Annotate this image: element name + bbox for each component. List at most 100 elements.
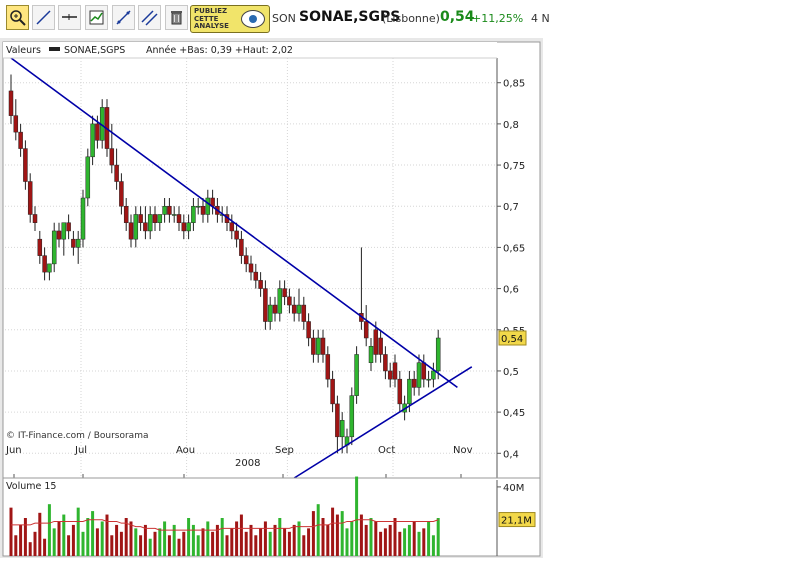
chart-svg: 0,40,450,50,550,60,650,70,750,80,85 JunJ… <box>2 41 541 557</box>
horizontal-line-tool-button[interactable] <box>58 5 81 30</box>
volume-bar <box>340 511 344 556</box>
candle-body <box>407 378 412 405</box>
volume-bar <box>292 524 296 556</box>
candle-body <box>181 222 187 232</box>
candle-body <box>291 304 297 314</box>
candle-body <box>267 304 273 322</box>
volume-bar <box>14 535 18 556</box>
candle-body <box>263 288 268 322</box>
volume-bar <box>139 535 143 556</box>
chart-type-tool-button[interactable] <box>85 5 108 30</box>
volume-bar <box>76 507 80 556</box>
trash-tool-button[interactable] <box>165 5 188 30</box>
candle-body <box>152 214 158 223</box>
candle-body <box>205 197 211 215</box>
publish-analysis-button[interactable]: PUBLIEZ CETTE ANALYSE <box>190 5 270 33</box>
candle-body <box>186 222 191 232</box>
volume-bar <box>33 531 37 556</box>
chart-type-icon <box>89 10 104 25</box>
publish-analysis-label: PUBLIEZ CETTE ANALYSE <box>194 7 229 30</box>
zoom-in-tool-button[interactable] <box>6 5 29 30</box>
x-tick-label: Sep <box>275 445 294 456</box>
candle-body <box>248 263 254 273</box>
candle-body <box>421 362 427 380</box>
volume-bar <box>153 531 157 556</box>
volume-bar <box>311 511 315 556</box>
candle-body <box>85 156 91 199</box>
stage: PUBLIEZ CETTE ANALYSE SON SONAE,SGPS (Li… <box>0 0 810 558</box>
volume-bar <box>393 518 397 556</box>
candle-body <box>306 321 311 339</box>
volume-bar <box>335 514 339 556</box>
candle-body <box>47 263 52 273</box>
line-tool-button[interactable] <box>32 5 55 30</box>
candle-body <box>114 164 119 182</box>
volume-bar <box>431 535 435 556</box>
candle-body <box>123 205 129 223</box>
volume-bar <box>52 528 56 556</box>
volume-bar <box>331 507 335 556</box>
volume-bar <box>225 535 229 556</box>
volume-bar <box>81 531 85 556</box>
candle-body <box>315 337 321 355</box>
volume-bar <box>407 524 411 556</box>
volume-bar <box>38 512 42 556</box>
volume-bar <box>143 524 147 556</box>
volume-bar <box>345 528 349 556</box>
volume-bar <box>273 524 277 556</box>
candle-body <box>80 197 86 240</box>
last-price: 0,54 <box>440 9 475 25</box>
candle-body <box>349 395 355 438</box>
candle-body <box>32 214 38 223</box>
volume-bar <box>129 521 133 556</box>
parallel-tool-button[interactable] <box>138 5 161 30</box>
candle-body <box>397 378 403 405</box>
candle-body <box>325 354 331 380</box>
volume-bar <box>182 531 186 556</box>
candle-body <box>229 222 235 232</box>
price-panel <box>2 41 541 481</box>
legend-info: Année +Bas: 0,39 +Haut: 2,02 <box>146 45 293 56</box>
candle-body <box>383 354 388 372</box>
volume-bar <box>283 528 287 556</box>
x-tick-label: Jul <box>74 445 87 456</box>
quote-date: 4 N <box>531 12 550 25</box>
price-tick-label: 0,7 <box>503 202 519 213</box>
diagonal-tool-button[interactable] <box>112 5 135 30</box>
volume-bar <box>359 514 363 556</box>
price-change: +11,25% <box>472 12 524 25</box>
candle-body <box>368 345 374 363</box>
candle-body <box>167 205 172 215</box>
volume-bar <box>211 531 215 556</box>
candle-body <box>8 90 14 116</box>
candle-body <box>378 337 383 355</box>
parallel-lines-icon <box>141 10 158 26</box>
volume-bar <box>119 531 123 556</box>
volume-bar <box>278 518 282 556</box>
candle-body <box>354 354 359 396</box>
candle-body <box>416 362 422 388</box>
volume-bar <box>206 521 210 556</box>
candle-body <box>138 214 143 223</box>
x-tick-label: Aou <box>176 445 195 456</box>
candle-body <box>128 222 134 240</box>
volume-bar <box>9 507 13 556</box>
x-tick-label: Jun <box>5 445 22 456</box>
volume-bar <box>43 538 47 556</box>
source-credit: © IT-Finance.com / Boursorama <box>6 431 148 441</box>
volume-last-tag: 21,1M <box>498 512 536 528</box>
chart-frame: 0,40,450,50,550,60,650,70,750,80,85 JunJ… <box>0 38 543 558</box>
volume-bar <box>369 518 373 556</box>
volume-bar <box>201 528 205 556</box>
candle-body <box>109 148 115 166</box>
volume-bar <box>67 535 71 556</box>
volume-bar <box>19 524 23 556</box>
price-tick-label: 0,4 <box>503 449 519 460</box>
candle-body <box>330 378 335 405</box>
volume-bar <box>28 542 32 556</box>
volume-bar <box>95 528 99 556</box>
price-tick-label: 0,75 <box>503 161 525 172</box>
volume-bar <box>364 524 368 556</box>
volume-bar <box>259 528 263 556</box>
candle-body <box>133 214 139 240</box>
